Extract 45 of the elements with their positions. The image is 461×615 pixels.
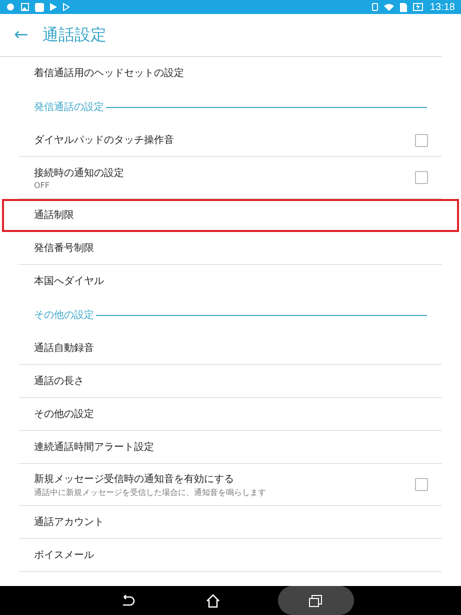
- settings-row[interactable]: 通話アカウント: [19, 506, 442, 539]
- vibrate-icon: [372, 3, 378, 11]
- battery-icon: [412, 3, 424, 11]
- setting-label: その他の設定: [34, 408, 95, 421]
- settings-row[interactable]: 通話の長さ: [19, 365, 442, 398]
- section-title: 発信通話の設定: [34, 100, 104, 114]
- settings-row[interactable]: 通話自動録音: [19, 332, 442, 365]
- checkbox[interactable]: [415, 171, 428, 184]
- recents-icon: [309, 594, 322, 606]
- home-icon: [206, 594, 220, 608]
- settings-row[interactable]: 本国へダイヤル: [19, 265, 442, 298]
- setting-label: 通話アカウント: [34, 516, 105, 529]
- square-icon: [35, 2, 44, 12]
- setting-label: 本国へダイヤル: [34, 274, 105, 288]
- setting-label: 通話自動録音: [34, 342, 95, 355]
- settings-row[interactable]: 接続時の通知の設定 OFF: [19, 157, 442, 199]
- settings-row[interactable]: 通話制限: [2, 199, 459, 232]
- setting-label: 発信番号制限: [34, 242, 95, 255]
- setting-label: 通話の長さ: [34, 374, 85, 388]
- checkbox[interactable]: [415, 478, 428, 491]
- settings-row[interactable]: ボイスメール: [19, 539, 442, 572]
- settings-row[interactable]: その他の設定: [19, 398, 442, 431]
- settings-row[interactable]: 着信通話用のヘッドセットの設定: [19, 57, 442, 90]
- section-title: その他の設定: [34, 308, 94, 322]
- back-icon: [120, 594, 134, 606]
- setting-label: 連続通話時間アラート設定: [34, 440, 155, 454]
- page-title: 通話設定: [42, 24, 106, 46]
- sim-icon: [400, 2, 407, 12]
- settings-row[interactable]: 連続通話時間アラート設定: [19, 431, 442, 464]
- setting-label: ダイヤルパッドのタッチ操作音: [34, 134, 175, 147]
- setting-summary: 通話中に新規メッセージを受信した場合に、通知音を鳴らします: [34, 486, 267, 498]
- recents-nav-button[interactable]: [278, 586, 354, 615]
- image-icon: [21, 3, 29, 11]
- setting-label: 通話制限: [34, 208, 75, 222]
- settings-row[interactable]: 新規メッセージ受信時の通知音を有効にする 通話中に新規メッセージを受信した場合に、通知音を鳴らします: [19, 464, 442, 506]
- setting-label: ボイスメール: [34, 549, 95, 562]
- clock: 13:18: [430, 2, 455, 12]
- settings-row[interactable]: 発信番号制限: [19, 232, 442, 265]
- checkbox[interactable]: [415, 134, 428, 146]
- wifi-icon: [384, 3, 394, 11]
- setting-label: 新規メッセージ受信時の通知音を有効にする: [34, 472, 235, 486]
- setting-label: 着信通話用のヘッドセットの設定: [34, 66, 185, 80]
- settings-row[interactable]: ダイヤルパッドのタッチ操作音: [19, 124, 442, 157]
- setting-summary: OFF: [34, 180, 50, 190]
- setting-label: 接続時の通知の設定: [34, 166, 125, 180]
